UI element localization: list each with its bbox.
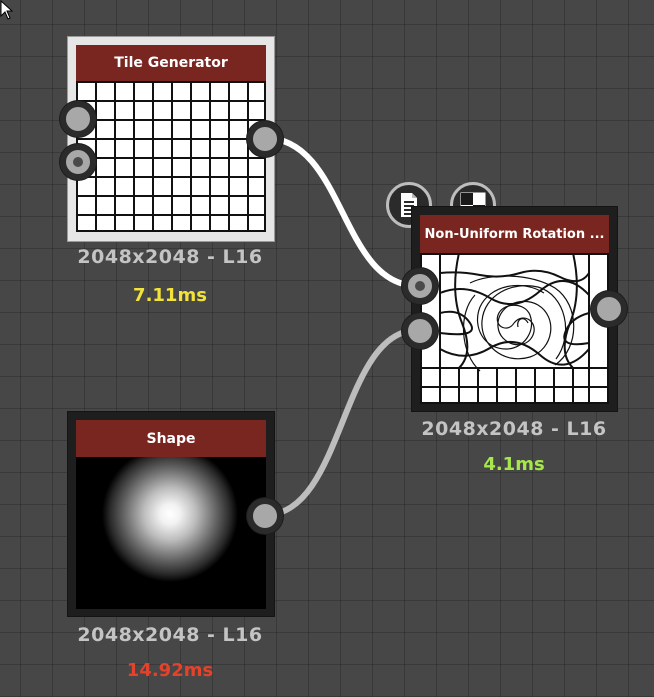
node-resolution-label: 2048x2048 - L16: [77, 246, 263, 268]
node-resolution-label: 2048x2048 - L16: [421, 418, 607, 440]
output-port-shape[interactable]: [247, 498, 283, 534]
node-resolution-label: 2048x2048 - L16: [77, 624, 263, 646]
node-time-label: 4.1ms: [483, 454, 545, 475]
input-port-tile-2[interactable]: [60, 144, 96, 180]
node-time-label: 7.11ms: [133, 285, 207, 306]
input-port-rotation-1[interactable]: [402, 268, 438, 304]
output-port-rotation[interactable]: [591, 291, 627, 327]
node-title: Tile Generator: [76, 45, 266, 81]
node-preview-image: [76, 81, 266, 232]
node-title: Non-Uniform Rotation ...: [420, 215, 609, 253]
node-non-uniform-rotation[interactable]: Non-Uniform Rotation ...: [411, 206, 618, 412]
input-port-rotation-2[interactable]: [402, 313, 438, 349]
node-preview-image: [76, 457, 266, 609]
node-tile-generator[interactable]: Tile Generator: [67, 36, 275, 242]
node-title: Shape: [76, 420, 266, 457]
node-preview-image: [420, 253, 609, 404]
output-port-tile[interactable]: [247, 121, 283, 157]
node-shape[interactable]: Shape: [67, 411, 275, 617]
node-time-label: 14.92ms: [126, 660, 214, 681]
input-port-tile-1[interactable]: [60, 101, 96, 137]
